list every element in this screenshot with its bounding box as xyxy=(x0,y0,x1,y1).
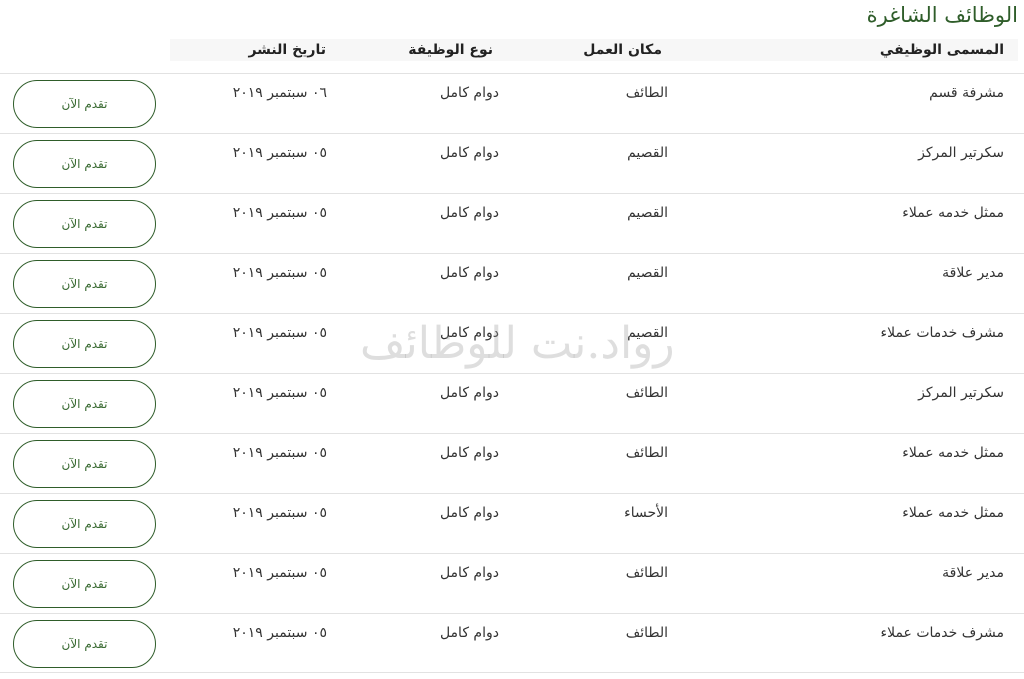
job-title-cell[interactable]: مشرف خدمات عملاء xyxy=(881,325,1004,341)
table-row: مشرف خدمات عملاء القصيم دوام كامل ٠٥ سبتمبر… xyxy=(0,313,1024,373)
job-title-cell[interactable]: مشرفة قسم xyxy=(929,85,1004,101)
apply-now-button[interactable]: تقدم الآن xyxy=(13,440,156,488)
job-type-cell: دوام كامل xyxy=(439,145,499,161)
apply-now-button[interactable]: تقدم الآن xyxy=(13,80,156,128)
job-date-cell: ٠٥ سبتمبر ٢٠١٩ xyxy=(232,145,327,161)
job-place-cell: الأحساء xyxy=(624,505,668,521)
table-row: سكرتير المركز القصيم دوام كامل ٠٥ سبتمبر ٢٠… xyxy=(0,133,1024,193)
column-header-date: تاريخ النشر xyxy=(248,42,326,58)
table-row: مدير علاقة القصيم دوام كامل ٠٥ سبتمبر ٢٠١٩ ت… xyxy=(0,253,1024,313)
apply-now-button[interactable]: تقدم الآن xyxy=(13,380,156,428)
jobs-page: الوظائف الشاغرة المسمى الوظيفي مكان العم… xyxy=(0,0,1024,679)
table-row: مشرفة قسم الطائف دوام كامل ٠٦ سبتمبر ٢٠١٩ تق… xyxy=(0,73,1024,133)
job-place-cell: الطائف xyxy=(625,565,668,581)
table-row: مدير علاقة الطائف دوام كامل ٠٥ سبتمبر ٢٠١٩ ت… xyxy=(0,553,1024,613)
job-place-cell: الطائف xyxy=(625,625,668,641)
job-title-cell[interactable]: ممثل خدمه عملاء xyxy=(902,205,1004,221)
apply-now-button[interactable]: تقدم الآن xyxy=(13,320,156,368)
job-type-cell: دوام كامل xyxy=(439,505,499,521)
job-type-cell: دوام كامل xyxy=(439,385,499,401)
job-title-cell[interactable]: ممثل خدمه عملاء xyxy=(902,445,1004,461)
table-row: ممثل خدمه عملاء الأحساء دوام كامل ٠٥ سبتمبر… xyxy=(0,493,1024,553)
job-type-cell: دوام كامل xyxy=(439,625,499,641)
job-date-cell: ٠٥ سبتمبر ٢٠١٩ xyxy=(232,565,327,581)
job-date-cell: ٠٥ سبتمبر ٢٠١٩ xyxy=(232,625,327,641)
table-row: ممثل خدمه عملاء القصيم دوام كامل ٠٥ سبتمبر … xyxy=(0,193,1024,253)
job-type-cell: دوام كامل xyxy=(439,205,499,221)
table-row: مشرف خدمات عملاء الطائف دوام كامل ٠٥ سبتمبر… xyxy=(0,613,1024,673)
job-date-cell: ٠٥ سبتمبر ٢٠١٩ xyxy=(232,205,327,221)
job-date-cell: ٠٥ سبتمبر ٢٠١٩ xyxy=(232,445,327,461)
apply-now-button[interactable]: تقدم الآن xyxy=(13,620,156,668)
job-place-cell: القصيم xyxy=(627,145,668,161)
apply-now-button[interactable]: تقدم الآن xyxy=(13,260,156,308)
job-place-cell: الطائف xyxy=(625,385,668,401)
job-type-cell: دوام كامل xyxy=(439,445,499,461)
job-place-cell: الطائف xyxy=(625,445,668,461)
job-place-cell: القصيم xyxy=(627,265,668,281)
job-date-cell: ٠٥ سبتمبر ٢٠١٩ xyxy=(232,505,327,521)
job-title-cell[interactable]: ممثل خدمه عملاء xyxy=(902,505,1004,521)
job-title-cell[interactable]: مدير علاقة xyxy=(942,565,1004,581)
section-title: الوظائف الشاغرة xyxy=(866,3,1018,27)
job-place-cell: الطائف xyxy=(625,85,668,101)
apply-now-button[interactable]: تقدم الآن xyxy=(13,500,156,548)
job-date-cell: ٠٥ سبتمبر ٢٠١٩ xyxy=(232,265,327,281)
job-date-cell: ٠٦ سبتمبر ٢٠١٩ xyxy=(232,85,327,101)
job-place-cell: القصيم xyxy=(627,325,668,341)
job-date-cell: ٠٥ سبتمبر ٢٠١٩ xyxy=(232,385,327,401)
apply-now-button[interactable]: تقدم الآن xyxy=(13,140,156,188)
job-place-cell: القصيم xyxy=(627,205,668,221)
table-row: سكرتير المركز الطائف دوام كامل ٠٥ سبتمبر ٢٠… xyxy=(0,373,1024,433)
column-header-type: نوع الوظيفة xyxy=(408,42,493,58)
apply-now-button[interactable]: تقدم الآن xyxy=(13,200,156,248)
job-type-cell: دوام كامل xyxy=(439,85,499,101)
job-type-cell: دوام كامل xyxy=(439,565,499,581)
column-header-place: مكان العمل xyxy=(583,42,662,58)
job-type-cell: دوام كامل xyxy=(439,265,499,281)
job-type-cell: دوام كامل xyxy=(439,325,499,341)
job-date-cell: ٠٥ سبتمبر ٢٠١٩ xyxy=(232,325,327,341)
jobs-table-body: مشرفة قسم الطائف دوام كامل ٠٦ سبتمبر ٢٠١٩ تق… xyxy=(0,73,1024,673)
apply-now-button[interactable]: تقدم الآن xyxy=(13,560,156,608)
job-title-cell[interactable]: مشرف خدمات عملاء xyxy=(881,625,1004,641)
job-title-cell[interactable]: سكرتير المركز xyxy=(918,145,1004,161)
table-row: ممثل خدمه عملاء الطائف دوام كامل ٠٥ سبتمبر … xyxy=(0,433,1024,493)
job-title-cell[interactable]: سكرتير المركز xyxy=(918,385,1004,401)
table-header: المسمى الوظيفي مكان العمل نوع الوظيفة تا… xyxy=(170,39,1018,61)
job-title-cell[interactable]: مدير علاقة xyxy=(942,265,1004,281)
column-header-title: المسمى الوظيفي xyxy=(879,42,1004,58)
